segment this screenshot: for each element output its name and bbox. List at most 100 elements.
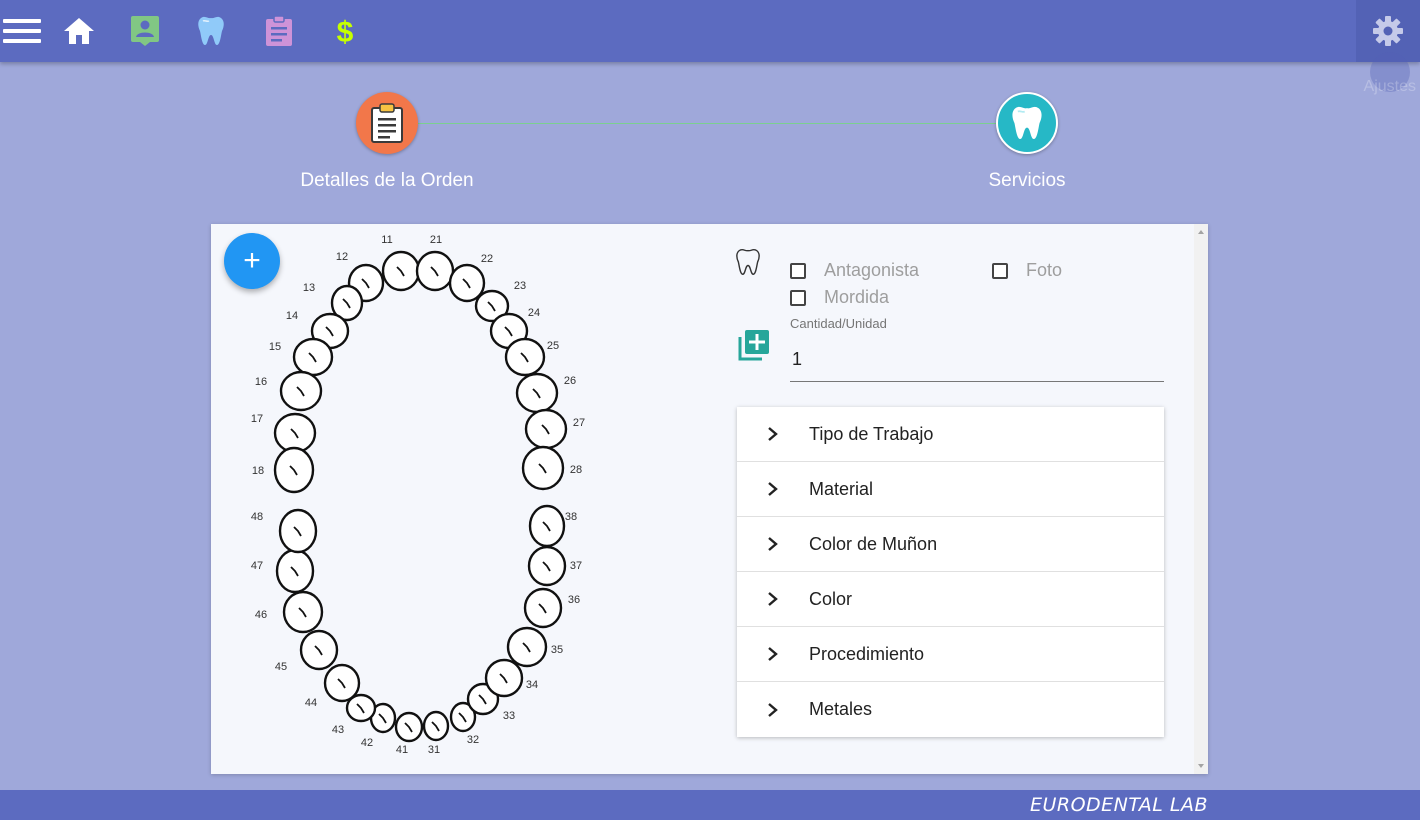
tooth-number-upper-right: 15 xyxy=(269,341,281,353)
scroll-down-arrow[interactable] xyxy=(1198,764,1204,768)
menu-icon xyxy=(3,19,41,43)
tooth-21[interactable] xyxy=(415,250,455,292)
tooth-number-lower-right: 43 xyxy=(332,724,344,736)
chevron-right-icon xyxy=(737,426,809,442)
tooth-number-lower-right: 45 xyxy=(275,661,287,673)
tooth-41[interactable] xyxy=(394,711,424,743)
tooth-number-upper-left: 24 xyxy=(528,307,540,319)
tooth-number-upper-left: 23 xyxy=(514,280,526,292)
chevron-right-icon xyxy=(737,536,809,552)
tooth-icon xyxy=(198,16,224,45)
tooth-27[interactable] xyxy=(524,408,568,450)
tooth-number-lower-left: 38 xyxy=(565,511,577,523)
tooth-25[interactable] xyxy=(504,337,546,377)
clipboard-icon xyxy=(266,15,292,46)
tooth-47[interactable] xyxy=(275,548,315,594)
chevron-right-icon xyxy=(737,591,809,607)
card-scrollbar[interactable] xyxy=(1194,224,1208,774)
tooth-45[interactable] xyxy=(299,629,339,671)
tooth-number-upper-right: 17 xyxy=(251,413,263,425)
home-icon xyxy=(64,18,94,44)
accordion-item-color-de-munon[interactable]: Color de Muñon xyxy=(737,517,1164,572)
tooth-16[interactable] xyxy=(279,370,323,412)
chevron-right-icon xyxy=(737,481,809,497)
tooth-number-lower-right: 46 xyxy=(255,609,267,621)
scroll-up-arrow[interactable] xyxy=(1198,230,1204,234)
tooth-46[interactable] xyxy=(282,590,324,634)
tooth-26[interactable] xyxy=(515,372,559,414)
tooth-37[interactable] xyxy=(527,545,567,587)
tooth-number-upper-left: 25 xyxy=(547,340,559,352)
patients-button[interactable] xyxy=(124,0,166,62)
tooth-number-upper-right: 18 xyxy=(252,465,264,477)
tooth-number-upper-right: 11 xyxy=(381,234,392,246)
quantity-label: Cantidad/Unidad xyxy=(790,316,887,331)
tooth-number-upper-left: 26 xyxy=(564,375,576,387)
checkbox-box[interactable] xyxy=(790,262,806,279)
mordida-checkbox[interactable]: Mordida xyxy=(790,287,889,308)
tooth-18[interactable] xyxy=(273,446,315,494)
step-services[interactable] xyxy=(996,92,1058,154)
accordion-item-tipo-de-trabajo[interactable]: Tipo de Trabajo xyxy=(737,407,1164,462)
tooth-34[interactable] xyxy=(484,658,524,698)
tooth-number-lower-right: 42 xyxy=(361,737,373,749)
tooth-outline-icon xyxy=(736,248,760,275)
add-service-button[interactable]: + xyxy=(224,233,280,289)
tooth-17[interactable] xyxy=(273,412,317,454)
library-add-icon[interactable] xyxy=(738,329,770,361)
tooth-number-upper-left: 21 xyxy=(430,234,442,246)
tooth-number-upper-left: 28 xyxy=(570,464,582,476)
accordion-item-color[interactable]: Color xyxy=(737,572,1164,627)
tooth-31[interactable] xyxy=(422,710,450,742)
home-button[interactable] xyxy=(58,0,100,62)
tooth-38[interactable] xyxy=(528,504,566,548)
accordion-label: Metales xyxy=(809,699,873,719)
stepper-connector xyxy=(418,123,996,124)
tooth-chart: 11 12 13 14 15 16 17 18 21 22 23 24 25 26 27 28 31 32 33 34… xyxy=(241,232,601,762)
antagonista-checkbox[interactable]: Antagonista xyxy=(790,260,919,281)
accordion-item-procedimiento[interactable]: Procedimiento xyxy=(737,627,1164,682)
accordion-label: Procedimiento xyxy=(809,643,925,664)
tooth-number-lower-left: 35 xyxy=(551,644,563,656)
accordion-item-metales[interactable]: Metales xyxy=(737,682,1164,737)
chevron-right-icon xyxy=(737,646,809,662)
accordion-item-material[interactable]: Material xyxy=(737,462,1164,517)
checkbox-box[interactable] xyxy=(790,289,806,306)
step-order-details[interactable] xyxy=(356,92,418,154)
accordion-label: Tipo de Trabajo xyxy=(809,423,934,444)
checkbox-box[interactable] xyxy=(992,262,1008,279)
billing-button[interactable]: $ xyxy=(324,0,366,62)
tooth-15[interactable] xyxy=(292,337,334,377)
tooth-48[interactable] xyxy=(278,508,318,554)
services-card: 11 12 13 14 15 16 17 18 21 22 23 24 25 26 27 28 31 32 33 34… xyxy=(211,224,1208,774)
service-options-accordion: Tipo de Trabajo Material Color de Muñon … xyxy=(737,407,1164,737)
tooth-number-upper-right: 13 xyxy=(303,282,315,294)
tooth-number-lower-right: 41 xyxy=(396,744,408,756)
tooth-number-lower-left: 36 xyxy=(568,594,580,606)
svg-text:$: $ xyxy=(337,16,354,47)
tooth-44[interactable] xyxy=(323,663,361,703)
mordida-label: Mordida xyxy=(824,287,890,307)
step-order-details-label: Detalles de la Orden xyxy=(300,170,474,191)
patient-icon xyxy=(131,16,159,46)
tooth-number-upper-left: 27 xyxy=(573,417,585,429)
tooth-28[interactable] xyxy=(521,445,565,491)
chevron-right-icon xyxy=(737,702,809,718)
tooth-number-upper-right: 16 xyxy=(255,376,267,388)
tooth-36[interactable] xyxy=(523,587,563,629)
quantity-input[interactable] xyxy=(790,338,1164,382)
orders-button[interactable] xyxy=(258,0,300,62)
tooth-11[interactable] xyxy=(381,250,421,292)
services-button[interactable] xyxy=(190,0,232,62)
tooth-number-lower-right: 44 xyxy=(305,697,317,709)
tooth-number-upper-right: 14 xyxy=(286,310,298,322)
accordion-label: Color de Muñon xyxy=(809,533,938,554)
tooth-number-lower-left: 34 xyxy=(526,679,538,691)
foto-checkbox[interactable]: Foto xyxy=(992,260,1062,281)
tooth-35[interactable] xyxy=(506,626,548,668)
settings-tooltip: Ajustes xyxy=(1363,78,1416,95)
menu-button[interactable] xyxy=(0,0,44,62)
tooth-number-lower-left: 33 xyxy=(503,710,515,722)
clipboard-icon xyxy=(371,103,403,143)
tooth-number-upper-right: 12 xyxy=(336,251,348,263)
